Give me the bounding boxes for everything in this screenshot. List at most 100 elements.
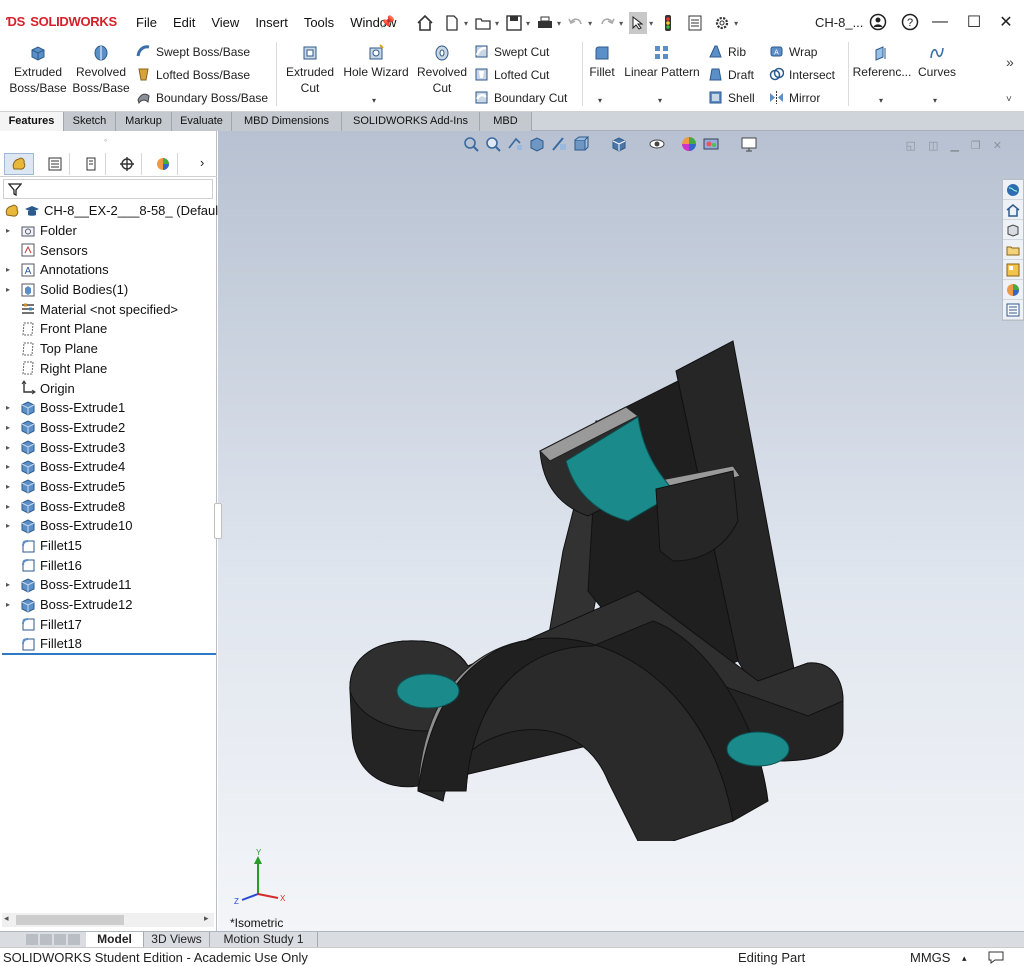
configuration-manager-tab-icon[interactable]	[76, 153, 106, 175]
last-tab-icon[interactable]	[68, 934, 80, 945]
tree-item-solid-bodies-1[interactable]: ▸ Solid Bodies(1)	[0, 280, 217, 300]
tree-item-boss-extrude12[interactable]: ▸ Boss-Extrude12	[0, 595, 217, 615]
print-dropdown-icon[interactable]: ▾	[557, 19, 561, 28]
hole-wizard-button[interactable]: Hole Wizard	[340, 44, 412, 80]
unit-system-selector[interactable]: MMGS	[910, 950, 950, 965]
expand-arrow-icon[interactable]: ▸	[6, 482, 16, 491]
expand-arrow-icon[interactable]: ▸	[6, 443, 16, 452]
menu-view[interactable]: View	[203, 15, 247, 30]
panel-more-chevron-icon[interactable]: ›	[200, 155, 204, 170]
design-library-icon[interactable]	[1003, 220, 1023, 240]
tab-model[interactable]: Model	[86, 932, 144, 947]
view-palette-icon[interactable]	[1003, 260, 1023, 280]
print-icon[interactable]	[536, 14, 554, 32]
select-cursor-icon[interactable]	[629, 12, 648, 34]
boundary-boss-button[interactable]: Boundary Boss/Base	[136, 90, 268, 105]
tree-item-fillet17[interactable]: Fillet17	[0, 614, 217, 634]
curves-button[interactable]: Curves	[914, 44, 960, 80]
mirror-button[interactable]: Mirror	[769, 90, 820, 105]
tree-item-front-plane[interactable]: Front Plane	[0, 319, 217, 339]
dynamic-annotation-icon[interactable]	[550, 135, 568, 153]
tree-item-material-not-specified[interactable]: Material <not specified>	[0, 299, 217, 319]
extruded-cut-button[interactable]: Extruded Cut	[282, 44, 338, 96]
tree-item-boss-extrude3[interactable]: ▸ Boss-Extrude3	[0, 437, 217, 457]
solidworks-logo[interactable]: ƊS SOLIDWORKS	[6, 14, 117, 29]
panel-collapse-handle[interactable]	[214, 503, 222, 539]
tree-item-right-plane[interactable]: Right Plane	[0, 359, 217, 379]
view-orientation-icon[interactable]	[572, 135, 590, 153]
save-dropdown-icon[interactable]: ▾	[526, 19, 530, 28]
minimize-icon[interactable]: —	[928, 10, 952, 34]
tree-item-sensors[interactable]: Sensors	[0, 240, 217, 260]
tab-mbd[interactable]: MBD	[480, 112, 532, 131]
tab-motion-study-1[interactable]: Motion Study 1	[210, 932, 318, 947]
ribbon-overflow-chevron-icon[interactable]: »	[1006, 54, 1014, 70]
rib-button[interactable]: Rib	[708, 44, 746, 59]
tree-item-boss-extrude2[interactable]: ▸ Boss-Extrude2	[0, 418, 217, 438]
reference-geometry-button[interactable]: Referenc...	[852, 44, 912, 80]
part-model-3d[interactable]	[338, 261, 858, 841]
scroll-thumb[interactable]	[16, 915, 124, 925]
tree-item-fillet18[interactable]: Fillet18	[0, 634, 217, 654]
expand-arrow-icon[interactable]: ▸	[6, 423, 16, 432]
zoom-to-fit-icon[interactable]	[462, 135, 480, 153]
menu-file[interactable]: File	[128, 15, 165, 30]
new-document-icon[interactable]	[443, 14, 461, 32]
ribbon-collapse-chevron-icon[interactable]: ˅	[1006, 94, 1012, 105]
expand-arrow-icon[interactable]: ▸	[6, 285, 16, 294]
lofted-boss-button[interactable]: Lofted Boss/Base	[136, 67, 250, 82]
tree-item-top-plane[interactable]: Top Plane	[0, 339, 217, 359]
expand-arrow-icon[interactable]: ▸	[6, 403, 16, 412]
expand-arrow-icon[interactable]: ▸	[6, 462, 16, 471]
menu-edit[interactable]: Edit	[165, 15, 203, 30]
edit-appearance-icon[interactable]	[680, 135, 698, 153]
tree-item-boss-extrude8[interactable]: ▸ Boss-Extrude8	[0, 496, 217, 516]
new-dropdown-icon[interactable]: ▾	[464, 19, 468, 28]
home-icon[interactable]	[416, 14, 434, 32]
fillet-dropdown-icon[interactable]: ▾	[598, 96, 602, 105]
lofted-cut-button[interactable]: Lofted Cut	[474, 67, 549, 82]
prev-tab-icon[interactable]	[40, 934, 52, 945]
tree-item-boss-extrude4[interactable]: ▸ Boss-Extrude4	[0, 457, 217, 477]
tree-item-fillet16[interactable]: Fillet16	[0, 555, 217, 575]
tab-solidworks-add-ins[interactable]: SOLIDWORKS Add-Ins	[342, 112, 480, 131]
hole-wizard-dropdown-icon[interactable]: ▾	[372, 96, 376, 105]
tab-mbd-dimensions[interactable]: MBD Dimensions	[232, 112, 342, 131]
expand-arrow-icon[interactable]: ▸	[6, 521, 16, 530]
scroll-right-icon[interactable]: ▸	[204, 913, 209, 924]
tree-item-boss-extrude11[interactable]: ▸ Boss-Extrude11	[0, 575, 217, 595]
rebuild-traffic-light-icon[interactable]	[659, 14, 677, 32]
expand-arrow-icon[interactable]: ▸	[6, 226, 16, 235]
options-gear-icon[interactable]	[713, 14, 731, 32]
viewport-tile-icon[interactable]: ◱	[906, 139, 916, 152]
hide-show-items-icon[interactable]	[648, 135, 666, 153]
shell-button[interactable]: Shell	[708, 90, 755, 105]
units-dropdown-icon[interactable]: ▴	[962, 953, 967, 964]
task-pane-home-icon[interactable]	[1003, 200, 1023, 220]
help-icon[interactable]: ?	[898, 10, 922, 34]
tree-item-fillet15[interactable]: Fillet15	[0, 536, 217, 556]
property-manager-tab-icon[interactable]	[40, 153, 70, 175]
feature-manager-tab-icon[interactable]	[4, 153, 34, 175]
boundary-cut-button[interactable]: Boundary Cut	[474, 90, 567, 105]
scroll-left-icon[interactable]: ◂	[4, 913, 9, 924]
undo-icon[interactable]	[567, 14, 585, 32]
first-tab-icon[interactable]	[26, 934, 38, 945]
next-tab-icon[interactable]	[54, 934, 66, 945]
tab-features[interactable]: Features	[0, 112, 64, 131]
previous-view-icon[interactable]	[506, 135, 524, 153]
expand-arrow-icon[interactable]: ▸	[6, 600, 16, 609]
revolved-cut-button[interactable]: Revolved Cut	[414, 44, 470, 96]
tab-markup[interactable]: Markup	[116, 112, 172, 131]
tab-sketch[interactable]: Sketch	[64, 112, 116, 131]
viewport-restore-icon[interactable]: ❐	[971, 139, 981, 152]
redo-dropdown-icon[interactable]: ▾	[619, 19, 623, 28]
reference-dropdown-icon[interactable]: ▾	[879, 96, 883, 105]
select-dropdown-icon[interactable]: ▾	[649, 19, 653, 28]
appearances-icon[interactable]	[1003, 280, 1023, 300]
panel-horizontal-scrollbar[interactable]: ◂ ▸	[2, 913, 214, 927]
intersect-button[interactable]: Intersect	[769, 67, 835, 82]
linear-pattern-button[interactable]: Linear Pattern	[620, 44, 704, 80]
graphics-area[interactable]: ◱ ◫ ▁ ❐ ✕ Y X Z *Isometric	[214, 131, 1024, 931]
display-style-icon[interactable]	[610, 135, 628, 153]
